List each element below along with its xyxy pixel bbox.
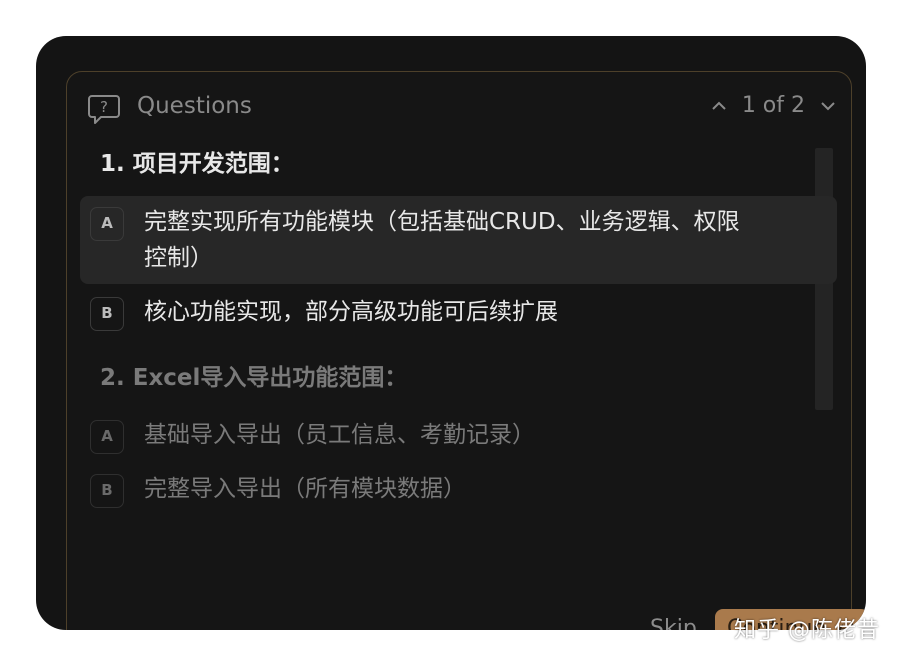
option-text-line1: 完整实现所有功能模块（包括基础CRUD、业务逻辑、权限 <box>144 209 740 235</box>
question-bubble-icon: ? <box>87 93 121 125</box>
question-1-option-b[interactable]: B 核心功能实现，部分高级功能可后续扩展 <box>80 292 837 338</box>
svg-text:?: ? <box>100 98 108 116</box>
option-key-badge: B <box>90 474 124 508</box>
option-key-badge: A <box>90 420 124 454</box>
option-key-badge: B <box>90 297 124 331</box>
question-2-option-a[interactable]: A 基础导入导出（员工信息、考勤记录） <box>80 415 837 459</box>
option-text: 完整实现所有功能模块（包括基础CRUD、业务逻辑、权限 控制） <box>144 204 740 276</box>
question-2-heading: 2. Excel导入导出功能范围： <box>100 365 408 391</box>
questions-window: ? Questions 1 of 2 1. 项目开发范围： A 完整实现所有功能… <box>36 36 866 630</box>
watermark: 知乎 @陈佬昔 <box>734 618 880 643</box>
option-text: 核心功能实现，部分高级功能可后续扩展 <box>144 299 558 325</box>
option-text: 基础导入导出（员工信息、考勤记录） <box>144 422 535 448</box>
option-text-line2: 控制） <box>144 245 213 271</box>
panel-header: ? Questions 1 of 2 <box>67 72 851 138</box>
question-2-option-b[interactable]: B 完整导入导出（所有模块数据） <box>80 469 837 513</box>
option-text: 完整导入导出（所有模块数据） <box>144 476 466 502</box>
chevron-up-icon[interactable] <box>708 95 730 117</box>
panel-title: Questions <box>137 93 252 119</box>
question-pager: 1 of 2 <box>708 90 839 122</box>
chevron-down-icon[interactable] <box>817 95 839 117</box>
skip-button[interactable]: Skip <box>650 613 697 630</box>
question-1-heading: 1. 项目开发范围： <box>100 151 294 177</box>
page-indicator: 1 of 2 <box>741 93 805 118</box>
questions-panel: ? Questions 1 of 2 1. 项目开发范围： A 完整实现所有功能… <box>66 71 866 630</box>
question-1-option-a[interactable]: A 完整实现所有功能模块（包括基础CRUD、业务逻辑、权限 控制） <box>80 196 837 284</box>
option-key-badge: A <box>90 207 124 241</box>
